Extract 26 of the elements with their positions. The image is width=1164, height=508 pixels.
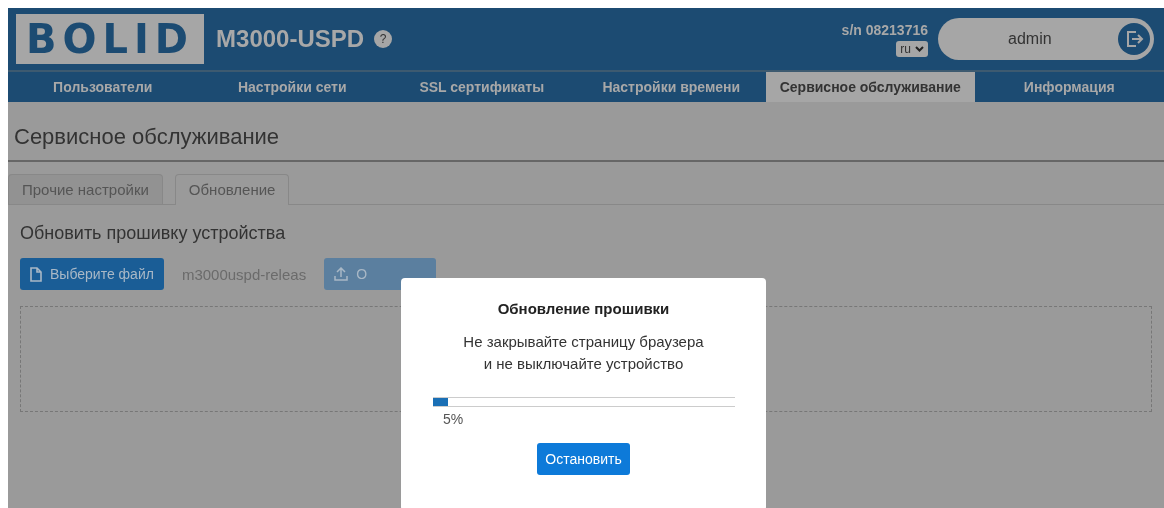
nav-tab[interactable]: SSL сертификаты (387, 72, 577, 102)
dialog-title: Обновление прошивки (497, 300, 670, 317)
nav-tab[interactable]: Пользователи (8, 72, 198, 102)
page-title: Сервисное обслуживание (8, 102, 1164, 162)
tab[interactable]: Обновление (174, 174, 290, 205)
tab[interactable]: Прочие настройки (8, 174, 163, 204)
upload-icon (334, 267, 349, 281)
language-select[interactable]: ru (896, 40, 928, 57)
nav-tab[interactable]: Настройки времени (576, 72, 767, 102)
nav-tab[interactable]: Сервисное обслуживание (766, 72, 975, 102)
chevron-down-icon (915, 45, 924, 52)
choose-file-button[interactable]: Выберите файл (20, 258, 164, 290)
logout-icon (1124, 29, 1144, 49)
stop-button[interactable]: Остановить (537, 443, 630, 475)
logout-button[interactable] (1118, 23, 1150, 55)
logo: BOLID (16, 14, 205, 64)
serial-number: s/n 08213716 (841, 21, 928, 38)
help-icon[interactable]: ? (374, 30, 393, 48)
user-name: admin (1008, 30, 1052, 48)
dialog-message: Не закрывайте страницу браузера и не выключайте устройство (463, 332, 704, 374)
progress-reading: 5% (443, 411, 464, 427)
nav-tab[interactable]: Настройки сети (197, 72, 388, 102)
nav-tab[interactable]: Информация (974, 72, 1164, 102)
device-name: M3000-USPD (216, 25, 365, 53)
section-heading: Обновить прошивку устройства (20, 223, 287, 244)
file-icon (30, 266, 42, 282)
